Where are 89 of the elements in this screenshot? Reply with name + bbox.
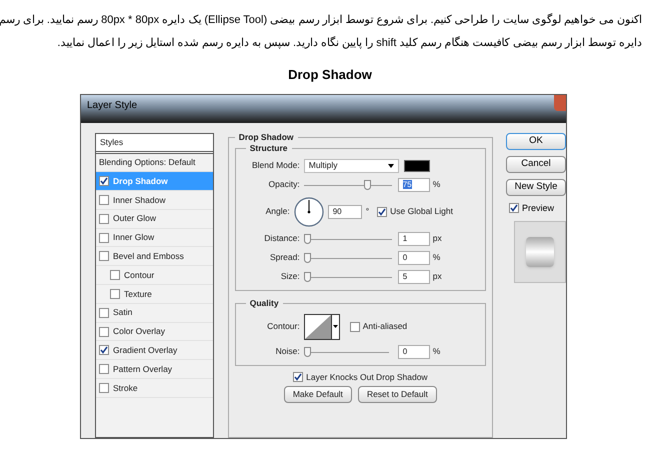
- blend-mode-select[interactable]: Multiply: [304, 158, 399, 172]
- section-title: Drop Shadow: [234, 132, 298, 142]
- side-button[interactable]: OK: [506, 132, 566, 150]
- field-label: Blend Mode:: [251, 159, 301, 172]
- preview-swatch: [526, 237, 554, 267]
- style-label: Blending Options: Default: [99, 156, 196, 169]
- side-button[interactable]: Cancel: [506, 156, 566, 172]
- number-field[interactable]: 90: [328, 204, 362, 218]
- group-title: Quality: [246, 298, 283, 308]
- unit-label: °: [366, 205, 370, 218]
- slider-thumb[interactable]: [304, 346, 311, 356]
- dialog-button[interactable]: Make Default: [284, 386, 352, 404]
- checkbox[interactable]: [110, 270, 120, 280]
- angle-dial-icon[interactable]: [294, 196, 324, 226]
- style-label: Pattern Overlay: [113, 362, 172, 376]
- number-field[interactable]: 0: [398, 344, 430, 358]
- checkbox-label: Use Global Light: [390, 205, 453, 218]
- unit-label: px: [432, 270, 442, 283]
- checkbox[interactable]: [99, 364, 109, 374]
- checkbox[interactable]: [99, 251, 109, 262]
- checkbox-label: Preview: [522, 202, 554, 214]
- checkbox[interactable]: [509, 203, 519, 214]
- style-item[interactable]: Outer Glow: [96, 210, 213, 229]
- style-label: Gradient Overlay: [113, 344, 178, 357]
- checkbox[interactable]: [99, 176, 109, 186]
- unit-label: %: [432, 251, 440, 264]
- style-item[interactable]: Texture: [96, 285, 213, 304]
- group-title: Structure: [246, 142, 292, 154]
- side-button[interactable]: New Style: [506, 178, 566, 196]
- style-label: Drop Shadow: [113, 174, 168, 188]
- checkbox[interactable]: [99, 232, 109, 243]
- dialog-button[interactable]: Reset to Default: [358, 386, 437, 404]
- checkbox[interactable]: [293, 372, 304, 382]
- checkbox[interactable]: [377, 206, 388, 216]
- number-field[interactable]: 5: [398, 270, 430, 284]
- style-item[interactable]: Pattern Overlay: [96, 360, 213, 380]
- style-label: Inner Glow: [113, 231, 154, 244]
- color-swatch[interactable]: [404, 160, 430, 172]
- style-label: Contour: [124, 268, 154, 282]
- style-item[interactable]: Stroke: [96, 379, 213, 398]
- field-label: Noise:: [274, 345, 301, 358]
- unit-label: %: [432, 345, 440, 358]
- style-label: Outer Glow: [113, 212, 156, 226]
- field-label: Contour:: [266, 320, 301, 333]
- slider-thumb[interactable]: [304, 252, 311, 262]
- field-label: Distance:: [263, 232, 301, 245]
- slider-thumb[interactable]: [304, 234, 311, 244]
- field-label: Angle:: [264, 205, 291, 218]
- contour-picker[interactable]: [304, 314, 340, 340]
- article-paragraph: اکنون می خواهیم لوگوی سایت را طراحی کنیم. برای شروع توسط ابزار رسم بیضی (Ellipse Tool) یک دایره 80px * 80px رسم نمایید. برای رسم دایره توسط ابزار رسم بیضی کافیست هنگام رسم کلید shift را پایین نگاه دارید. سپس به دایره رسم شده استایل زیر را اعمال نمایید.: [0, 12, 643, 51]
- unit-label: %: [432, 178, 440, 191]
- number-field[interactable]: 75: [398, 178, 430, 192]
- style-label: Bevel and Emboss: [113, 250, 184, 263]
- field-label: Opacity:: [268, 178, 301, 191]
- styles-header: Styles: [96, 134, 213, 154]
- checkbox[interactable]: [110, 288, 120, 299]
- style-item[interactable]: Satin: [96, 304, 213, 323]
- close-button[interactable]: [554, 94, 566, 110]
- checkbox[interactable]: [99, 214, 109, 224]
- slider-thumb[interactable]: [304, 272, 311, 282]
- checkbox-label: Anti-aliased: [362, 320, 408, 333]
- checkbox[interactable]: [99, 382, 109, 393]
- checkbox[interactable]: [350, 322, 360, 332]
- checkbox[interactable]: [99, 326, 109, 337]
- dropdown-arrow-icon: [388, 164, 394, 168]
- style-item[interactable]: Color Overlay: [96, 322, 213, 342]
- style-label: Stroke: [113, 382, 138, 394]
- number-field[interactable]: 0: [398, 250, 430, 264]
- slider-thumb[interactable]: [364, 180, 372, 190]
- number-field[interactable]: 1: [398, 232, 430, 246]
- style-item[interactable]: Inner Shadow: [96, 191, 213, 210]
- style-item[interactable]: Contour: [96, 266, 213, 286]
- style-label: Color Overlay: [113, 325, 165, 338]
- checkbox-label: Layer Knocks Out Drop Shadow: [306, 370, 428, 384]
- article-heading: Drop Shadow: [287, 66, 373, 84]
- unit-label: px: [432, 232, 442, 245]
- style-label: Satin: [113, 306, 132, 320]
- field-label: Spread:: [268, 251, 301, 264]
- checkbox[interactable]: [99, 194, 109, 205]
- style-label: Inner Shadow: [113, 194, 166, 206]
- checkbox[interactable]: [99, 345, 109, 356]
- style-item[interactable]: Bevel and Emboss: [96, 247, 213, 266]
- window-title: Layer Style: [87, 98, 138, 112]
- dropdown-arrow-icon: [332, 325, 338, 328]
- style-label: Texture: [124, 288, 152, 300]
- field-label: Size:: [280, 270, 301, 283]
- style-item[interactable]: Inner Glow: [96, 228, 213, 248]
- style-item[interactable]: Gradient Overlay: [96, 341, 213, 360]
- checkbox[interactable]: [99, 308, 109, 318]
